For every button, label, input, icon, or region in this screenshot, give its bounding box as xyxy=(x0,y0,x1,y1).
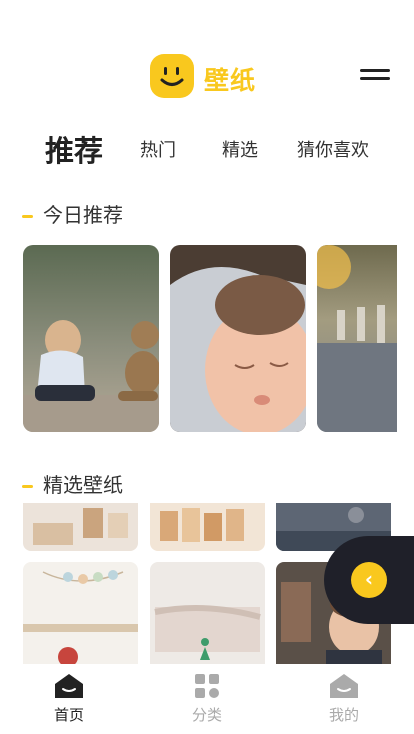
today-card-pier-sunset[interactable] xyxy=(317,245,397,432)
tab-guess-you-like[interactable]: 猜你喜欢 xyxy=(297,136,369,162)
app-header: 壁纸 xyxy=(0,54,414,100)
featured-item-wooden-toys[interactable] xyxy=(23,503,138,551)
section-marker xyxy=(22,215,33,218)
featured-item-crib[interactable] xyxy=(150,562,265,664)
category-tabs: 推荐 热门 精选 猜你喜欢 xyxy=(0,126,414,170)
logo-smiley-icon xyxy=(150,54,194,98)
featured-item-nursery[interactable] xyxy=(23,562,138,664)
chevron-left-icon[interactable]: ‹ xyxy=(351,562,387,598)
app-title: 壁纸 xyxy=(204,66,257,95)
featured-section-title: 精选壁纸 xyxy=(22,469,123,498)
today-card-sleeping-baby[interactable] xyxy=(170,245,306,432)
today-card-baby-teddy[interactable] xyxy=(23,245,159,432)
profile-icon xyxy=(329,672,359,700)
featured-item-wood-blocks[interactable] xyxy=(150,503,265,551)
home-icon xyxy=(54,672,84,700)
floating-back-panel[interactable]: ‹ xyxy=(324,536,414,624)
bottom-nav: 首页 分类 我的 xyxy=(0,664,414,734)
nav-item-profile[interactable]: 我的 xyxy=(304,672,384,725)
today-section-title: 今日推荐 xyxy=(22,199,123,228)
tab-hot[interactable]: 热门 xyxy=(140,136,176,162)
tab-featured[interactable]: 精选 xyxy=(222,136,258,162)
nav-item-category[interactable]: 分类 xyxy=(167,672,247,725)
category-icon xyxy=(192,672,222,700)
menu-icon[interactable] xyxy=(360,68,392,86)
tab-recommended[interactable]: 推荐 xyxy=(45,128,103,170)
section-marker xyxy=(22,485,33,488)
nav-item-home[interactable]: 首页 xyxy=(29,672,109,725)
